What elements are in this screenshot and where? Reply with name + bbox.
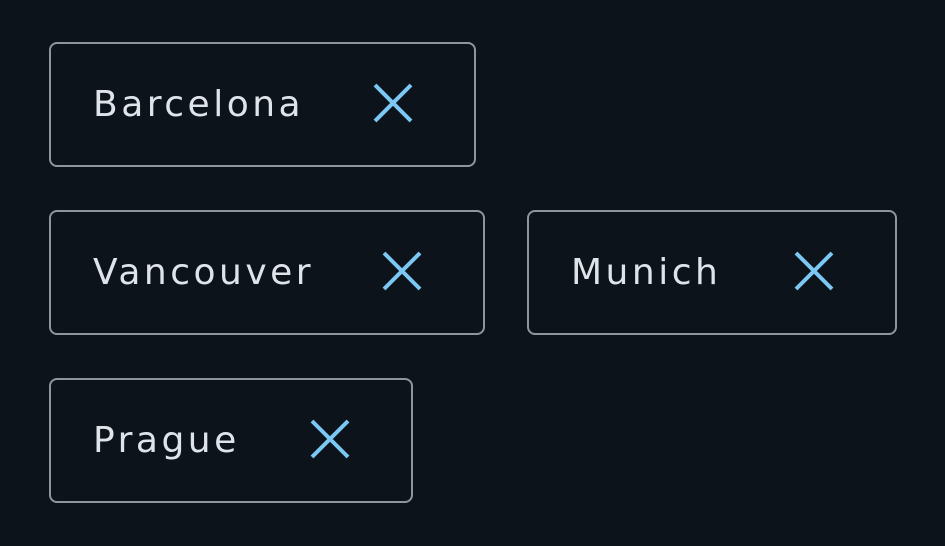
remove-chip-button[interactable] <box>308 417 352 461</box>
chip-label: Munich <box>571 251 722 293</box>
close-icon <box>382 251 422 290</box>
chip-prague: Prague <box>49 378 413 503</box>
chip-label: Vancouver <box>93 251 315 293</box>
remove-chip-button[interactable] <box>380 249 424 293</box>
chip-munich: Munich <box>527 210 897 335</box>
chip-label: Prague <box>93 419 240 461</box>
remove-chip-button[interactable] <box>371 81 415 125</box>
remove-chip-button[interactable] <box>792 249 836 293</box>
chip-vancouver: Vancouver <box>49 210 485 335</box>
close-icon <box>373 83 413 122</box>
chip-label: Barcelona <box>93 83 305 125</box>
close-icon <box>310 419 350 458</box>
chip-barcelona: Barcelona <box>49 42 476 167</box>
close-icon <box>794 251 834 290</box>
